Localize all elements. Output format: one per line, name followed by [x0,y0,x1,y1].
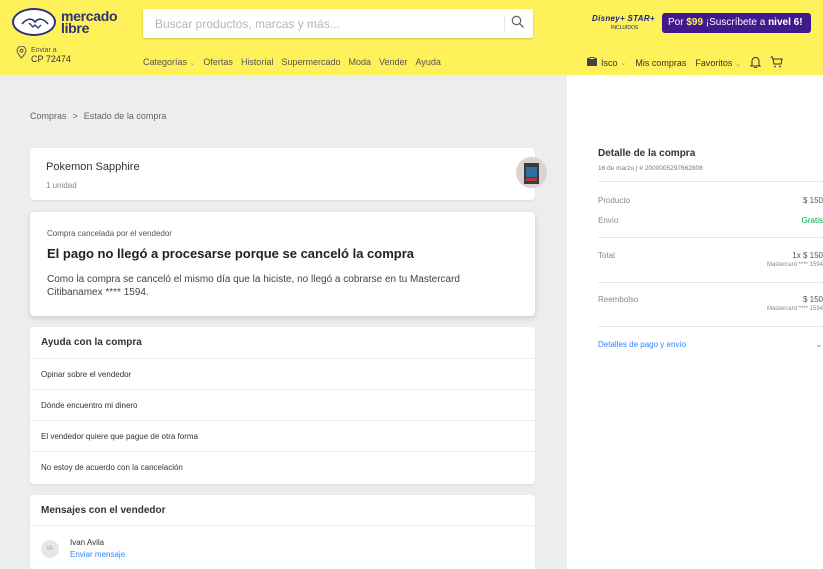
total-price: 1x $ 150 [792,251,823,260]
bell-icon[interactable] [749,56,762,70]
shipping-location[interactable]: Enviar a CP 72474 [16,45,71,64]
promo-included: INCLUIDOS [611,25,639,31]
seller-info: Ivan Avila Enviar mensaje [70,537,125,561]
product-title: Pokemon Sapphire [46,161,140,173]
breadcrumb-separator: > [72,111,78,121]
header: mercado libre Disney+ STAR+ INCLUIDOS Po… [0,0,823,75]
seller-name: Ivan Avila [70,538,105,547]
search-input[interactable] [143,9,493,38]
chevron-down-icon: ⌄ [620,60,627,67]
nav-categorias[interactable]: Categorías ⌄ [143,57,195,67]
shipping-label: Envío [598,216,619,225]
search-icon[interactable] [511,15,527,31]
cart-icon[interactable] [770,56,783,70]
detail-title: Detalle de la compra [598,148,696,159]
payment-shipping-details-link[interactable]: Detalles de pago y envío [598,340,686,349]
promo-pre: Por [668,17,687,28]
promo-level: nivel 6! [768,17,803,28]
nav-moda[interactable]: Moda [349,57,372,67]
product-price: $ 150 [802,196,823,205]
detail-meta: 16 de marzo | # 2000005297662808 [598,165,703,172]
promo-brand: Disney+ STAR+ [592,14,655,23]
favorites-menu[interactable]: Favoritos ⌄ [695,58,740,68]
status-title: El pago no llegó a procesarse porque se … [47,246,415,261]
nav-ayuda[interactable]: Ayuda [416,57,441,67]
refund-label: Reembolso [598,295,639,304]
nav-supermercado[interactable]: Supermercado [281,57,340,67]
subscription-promo-banner[interactable]: Por $99 ¡Suscríbete a nivel 6! [662,13,811,33]
breadcrumb: Compras > Estado de la compra [30,111,166,121]
promo-mid: ¡Suscríbete a [703,17,769,28]
messages-card: Mensajes con el vendedor IA Ivan Avila E… [30,495,535,569]
help-card: Ayuda con la compra Opinar sobre el vend… [30,327,535,484]
help-item-find-money[interactable]: Dónde encuentro mi dinero [30,390,535,421]
user-menu[interactable]: Isco ⌄ [586,56,627,69]
help-title: Ayuda con la compra [30,327,535,359]
user-name: Isco [601,58,618,68]
mercadolibre-logo[interactable]: mercado libre [12,8,118,36]
shipping-text: Enviar a CP 72474 [31,46,71,64]
product-quantity: 1 unidad [46,181,77,190]
detail-row-total: Total 1x $ 150 Mastercard **** 1594 [598,251,823,268]
nav-ofertas[interactable]: Ofertas [203,57,233,67]
status-description: Como la compra se canceló el mismo día q… [47,274,460,298]
refund-card: Mastercard **** 1594 [766,306,823,312]
chevron-down-icon: ⌄ [189,60,196,67]
search-divider [504,15,505,32]
divider [598,237,823,238]
my-purchases-link[interactable]: Mis compras [635,58,686,68]
search-bar [143,9,533,38]
breadcrumb-compras[interactable]: Compras [30,111,67,121]
product-label: Producto [598,196,631,205]
main-nav: Categorías ⌄ Ofertas Historial Supermerc… [143,57,441,67]
seller-avatar: IA [41,540,59,558]
divider [598,326,823,327]
user-avatar-icon [586,56,598,69]
chevron-down-icon[interactable]: ⌄ [815,339,823,350]
chevron-down-icon: ⌄ [734,61,741,68]
detail-row-product: Producto $ 150 [598,196,823,205]
handshake-icon [12,8,56,36]
send-message-link[interactable]: Enviar mensaje [70,549,125,561]
nav-label: Categorías [143,57,188,67]
breadcrumb-current: Estado de la compra [83,111,167,121]
product-card[interactable]: Pokemon Sapphire 1 unidad [30,148,547,200]
disney-star-logo: Disney+ STAR+ INCLUIDOS [592,14,658,38]
promo-price: $99 [686,17,704,28]
purchase-detail-panel: Detalle de la compra 16 de marzo | # 200… [567,75,823,569]
total-label: Total [598,251,615,260]
total-card: Mastercard **** 1594 [766,262,823,268]
messages-title: Mensajes con el vendedor [30,495,535,526]
divider [598,181,823,182]
nav-historial[interactable]: Historial [241,57,274,67]
user-nav: Isco ⌄ Mis compras Favoritos ⌄ [586,56,783,70]
refund-amount: $ 150 [802,295,823,304]
divider [598,282,823,283]
seller-row: IA Ivan Avila Enviar mensaje [41,537,125,561]
favorites-label: Favoritos [695,58,733,68]
help-item-rate-seller[interactable]: Opinar sobre el vendedor [30,359,535,390]
shipping-price: Gratis [801,216,823,225]
help-item-other-payment[interactable]: El vendedor quiere que pague de otra for… [30,421,535,452]
status-card: Compra cancelada por el vendedor El pago… [30,212,535,316]
detail-row-refund: Reembolso $ 150 Mastercard **** 1594 [598,295,823,312]
ship-postal-code: CP 72474 [31,54,71,64]
logo-text: mercado libre [61,9,118,35]
location-pin-icon [16,45,27,64]
nav-vender[interactable]: Vender [379,57,408,67]
detail-row-shipping: Envío Gratis [598,216,823,225]
help-item-disagree-cancel[interactable]: No estoy de acuerdo con la cancelación [30,452,535,483]
status-label: Compra cancelada por el vendedor [47,229,172,238]
product-thumbnail [516,157,547,188]
